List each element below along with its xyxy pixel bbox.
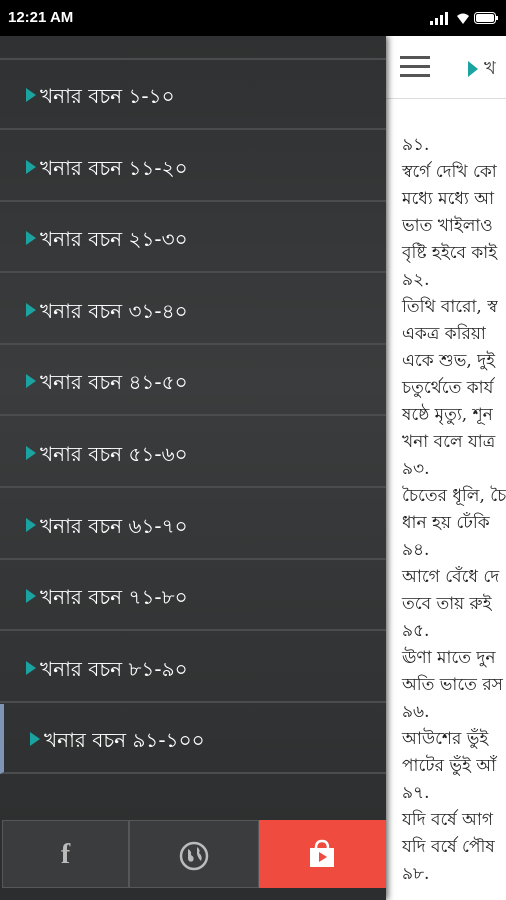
bottom-bar: f (0, 820, 386, 890)
content-line: তবে তায় রুই (402, 594, 492, 614)
content-title-text: খ (484, 58, 496, 79)
content-line: আউশের ভুঁই (402, 729, 489, 749)
content-line: ৯২. (402, 270, 430, 290)
content-line: ৯৪. (402, 540, 430, 560)
content-line: ষষ্ঠে মৃত্যু, শূন (402, 405, 493, 425)
content-pane: খ ৯১. স্বর্গে দেখি কো মধ্যে মধ্যে আ ভাত খাই… (386, 36, 506, 900)
content-toolbar: খ (386, 36, 506, 99)
content-line: অতি ভাতে রস (402, 675, 503, 695)
navigation-drawer: খনার বচন ১-১০ খনার বচন ১১-২০ খনার বচন ২১-৩… (0, 36, 386, 900)
drawer-item-label: খনার বচন ৯১-১০০ (44, 728, 205, 753)
play-triangle-icon (30, 732, 40, 747)
drawer-item-label: খনার বচন ১-১০ (40, 84, 175, 108)
facebook-icon: f (60, 839, 71, 870)
play-triangle-icon (26, 660, 36, 675)
drawer-item[interactable]: খনার বচন ১১-২০ (0, 132, 386, 202)
drawer-item[interactable]: খনার বচন ৭১-৮০ (0, 561, 386, 632)
drawer-item-label: খনার বচন ১১-২০ (40, 155, 188, 180)
content-line: ৯৩. (402, 459, 430, 479)
drawer-item-label: খনার বচন ৭১-৮০ (40, 585, 188, 610)
status-bar: 12:21 AM (0, 0, 506, 36)
wifi-icon (457, 13, 469, 24)
content-line: যদি বর্ষে আগ (402, 810, 494, 830)
drawer-item[interactable]: খনার বচন ৮১-৯০ (0, 633, 386, 703)
drawer-item[interactable]: খনার বচন ২১-৩০ (0, 203, 386, 274)
drawer-item[interactable]: খনার বচন ৩১-৪০ (0, 275, 386, 345)
content-line: আগে বেঁধে দে (402, 567, 500, 587)
content-line: চতুর্থেতে কার্য (402, 378, 494, 398)
content-line: স্বর্গে দেখি কো (402, 162, 497, 182)
website-button[interactable] (129, 820, 259, 888)
content-line: ৯৭. (402, 783, 430, 803)
content-line: ঊণা মাতে দুন (402, 648, 496, 668)
content-line: যদি বর্ষে পৌষ (402, 837, 495, 857)
content-line: খনা বলে যাত্র (402, 432, 496, 452)
drawer-item-label: খনার বচন ৫১-৬০ (40, 442, 188, 466)
status-time: 12:21 AM (8, 9, 74, 26)
play-triangle-icon (26, 517, 36, 532)
content-line: ভাত খাইলাও (402, 216, 493, 236)
drawer-item-label: খনার বচন ৪১-৫০ (40, 370, 188, 395)
drawer-item-label: খনার বচন ৮১-৯০ (40, 656, 188, 681)
content-line: ৯৮. (402, 864, 430, 884)
play-triangle-icon (26, 446, 36, 460)
content-title: খ (468, 54, 496, 85)
content-line: পাটের ভুঁই আঁ (402, 756, 497, 776)
shopping-bag-icon (310, 839, 334, 867)
battery-icon (474, 12, 498, 24)
drawer-item-label: খনার বচন ৬১-৭০ (40, 513, 188, 538)
drawer-item[interactable]: খনার বচন ৬১-৭০ (0, 490, 386, 560)
content-line: ৯৬. (402, 702, 430, 722)
content-line: চৈতের ধূলি, চৈ (402, 486, 506, 506)
content-line: তিথি বারো, স্ব (402, 297, 498, 317)
drawer-item-label: খনার বচন ২১-৩০ (40, 227, 188, 252)
facebook-button[interactable]: f (2, 820, 129, 888)
play-triangle-icon (26, 589, 36, 604)
menu-icon[interactable] (400, 56, 430, 78)
content-line: ধান হয় ঢেঁকি (402, 513, 490, 533)
play-triangle-icon (26, 88, 36, 102)
drawer-item[interactable]: খনার বচন ৫১-৬০ (0, 418, 386, 488)
play-store-button[interactable] (259, 820, 386, 888)
content-line: বৃষ্টি হইবে কাই (402, 243, 498, 263)
content-text: ৯১. স্বর্গে দেখি কো মধ্যে মধ্যে আ ভাত খাইলা… (402, 132, 506, 888)
drawer-item[interactable]: খনার বচন ৪১-৫০ (0, 346, 386, 417)
play-triangle-icon (26, 231, 36, 246)
play-triangle-icon (26, 159, 36, 174)
content-line: মধ্যে মধ্যে আ (402, 189, 495, 209)
content-line: একত্র করিয়া (402, 324, 486, 344)
content-line: ৯৫. (402, 621, 430, 641)
globe-icon (179, 841, 209, 871)
drawer-item[interactable]: খনার বচন ৯১-১০০ (0, 704, 386, 775)
content-line: একে শুভ, দুই (402, 351, 495, 371)
play-triangle-icon (468, 61, 478, 77)
play-triangle-icon (26, 374, 36, 389)
signal-icon (430, 12, 448, 25)
play-triangle-icon (26, 302, 36, 317)
content-line: ৯১. (402, 135, 430, 155)
drawer-item[interactable]: খনার বচন ১-১০ (0, 60, 386, 130)
drawer-item-label: খনার বচন ৩১-৪০ (40, 298, 188, 323)
